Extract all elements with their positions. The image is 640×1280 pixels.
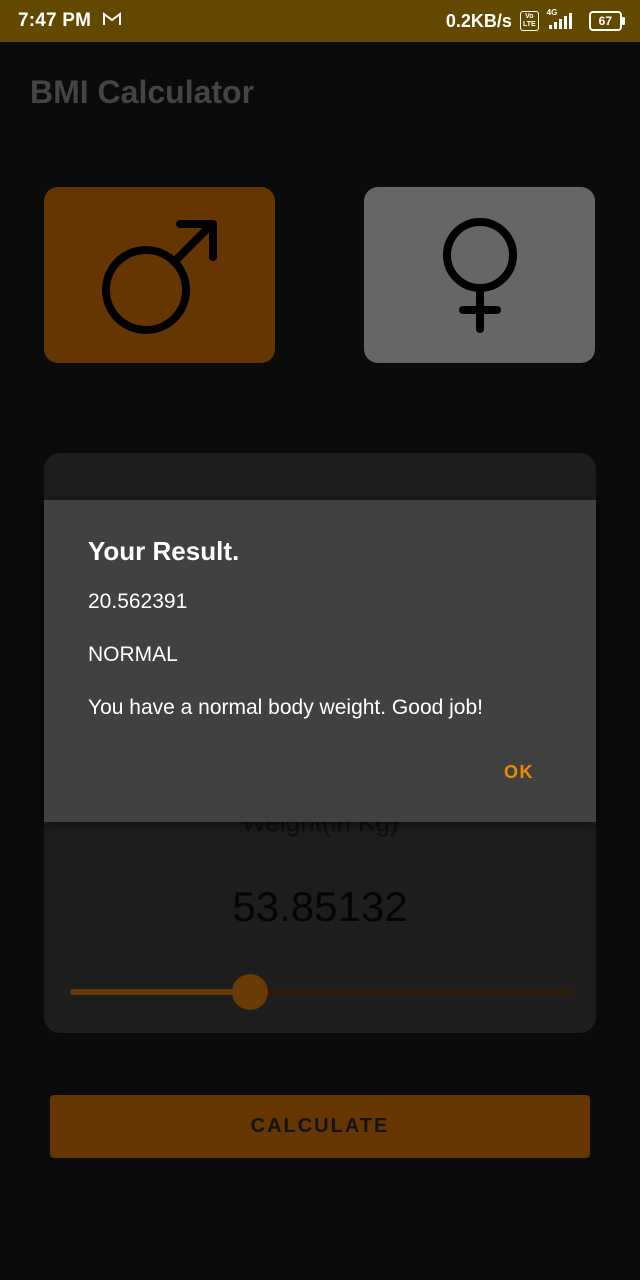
slider-fill <box>70 989 250 995</box>
weight-slider[interactable] <box>70 974 570 1010</box>
network-speed: 0.2KB/s <box>445 10 512 31</box>
slider-thumb[interactable] <box>232 974 268 1010</box>
bmi-value: 20.562391 <box>88 590 188 613</box>
result-dialog: Your Result. 20.562391 NORMAL You have a… <box>44 500 596 822</box>
battery-icon: 67 <box>588 11 626 31</box>
status-time: 7:47 PM <box>18 10 92 31</box>
app-title: BMI Calculator <box>30 74 255 110</box>
male-card[interactable] <box>44 187 275 363</box>
battery-level: 67 <box>598 14 612 28</box>
status-right: 0.2KB/s Vo LTE 4G 67 <box>445 8 626 32</box>
female-card[interactable] <box>364 187 595 363</box>
female-symbol-icon <box>443 218 517 333</box>
status-bar: 7:47 PM 0.2KB/s Vo LTE 4G 67 <box>0 0 640 42</box>
signal-icon: 4G <box>546 8 581 31</box>
weight-value: 53.85132 <box>232 883 408 930</box>
ok-button[interactable]: OK <box>504 762 534 783</box>
result-message: You have a normal body weight. Good job! <box>88 696 483 719</box>
male-symbol-icon <box>102 220 217 334</box>
gmail-icon <box>103 11 122 31</box>
bmi-category: NORMAL <box>88 643 178 666</box>
volte-icon: Vo LTE <box>519 11 539 31</box>
network-type: 4G <box>546 8 558 17</box>
dialog-title: Your Result. <box>88 536 240 566</box>
calculate-button[interactable]: CALCULATE <box>50 1095 590 1158</box>
